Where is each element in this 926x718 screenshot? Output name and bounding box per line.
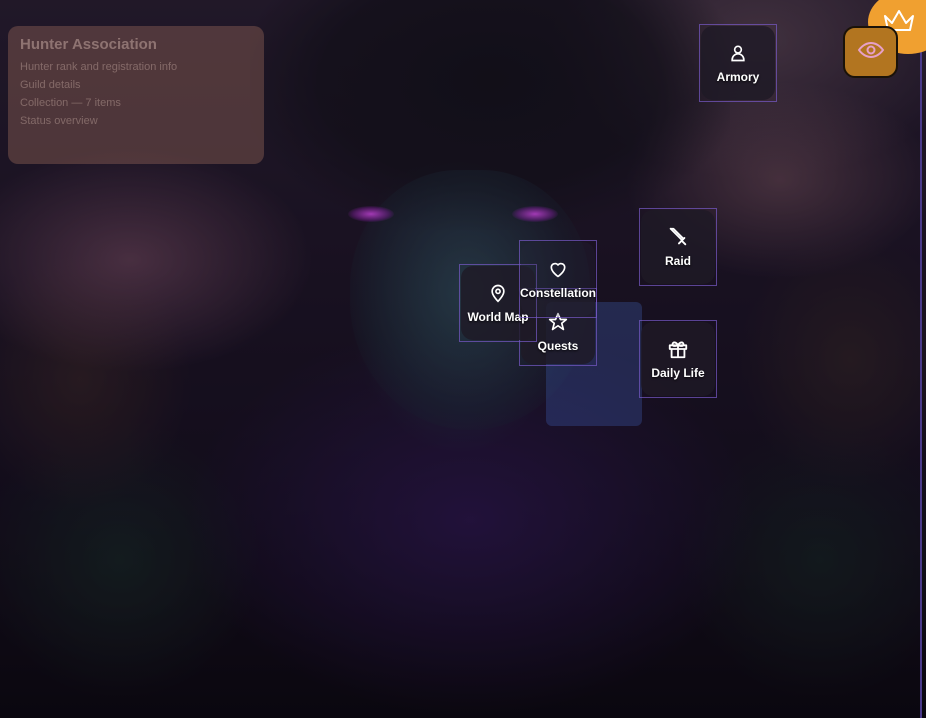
right-edge-border [920, 0, 922, 718]
hunter-card-line: Hunter rank and registration info [20, 61, 178, 73]
hunter-card-title: Hunter Association [20, 36, 157, 53]
visibility-toggle-button[interactable] [843, 26, 898, 78]
node-quests-label: Quests [537, 339, 579, 353]
hunter-card-line: Collection — 7 items [20, 97, 121, 109]
eye-icon [857, 40, 885, 65]
heart-icon [547, 258, 569, 280]
hunter-card-line: Status overview [20, 115, 98, 127]
gift-icon [667, 338, 689, 360]
node-raid[interactable]: Raid [639, 208, 717, 286]
node-daily-life-label: Daily Life [651, 366, 705, 380]
node-daily-life[interactable]: Daily Life [639, 320, 717, 398]
hunter-association-card: Hunter Association Hunter rank and regis… [8, 26, 264, 164]
sword-icon [667, 226, 689, 248]
node-constellation[interactable]: Constellation [519, 240, 597, 318]
node-constellation-label: Constellation [520, 286, 597, 300]
user-icon [727, 42, 749, 64]
node-raid-label: Raid [664, 254, 691, 268]
node-armory-label: Armory [716, 70, 760, 84]
map-pin-icon [487, 282, 509, 304]
hunter-card-line: Guild details [20, 79, 81, 91]
node-armory[interactable]: Armory [699, 24, 777, 102]
